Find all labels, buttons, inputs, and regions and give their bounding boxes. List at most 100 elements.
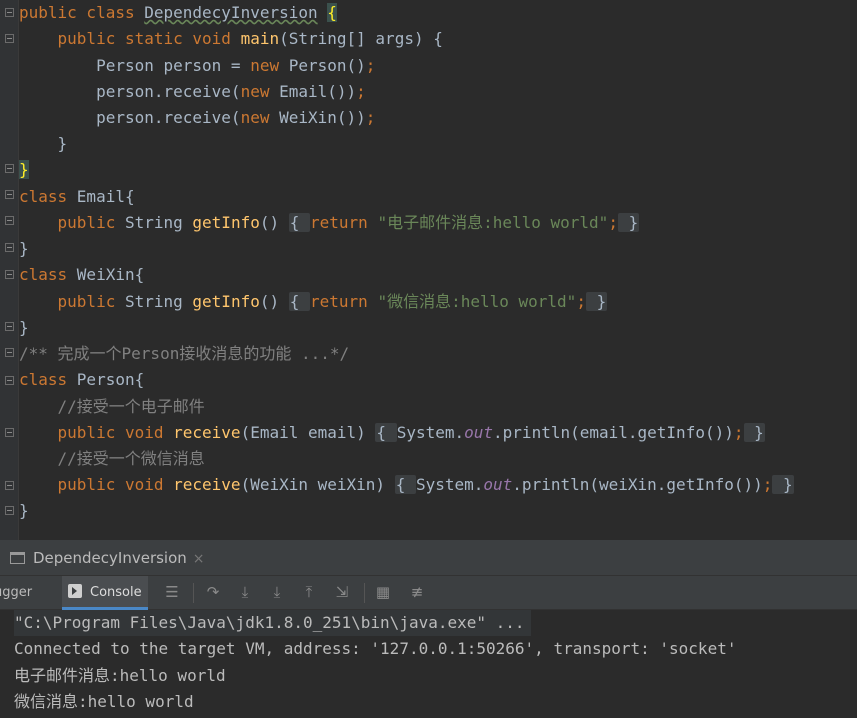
run-to-cursor-icon[interactable]: ⇲ (334, 584, 350, 600)
code-token: Email()) (279, 82, 357, 101)
code-token: WeiXin()) (279, 108, 366, 127)
code-token: public void (19, 423, 174, 442)
code-token: receive (173, 423, 241, 442)
console-line: Connected to the target VM, address: '12… (14, 639, 737, 658)
code-line: public class DependecyInversion { (19, 0, 337, 26)
fold-icon[interactable] (5, 34, 14, 43)
code-token: person.receive( (19, 82, 241, 101)
run-tab[interactable]: DependecyInversion × (10, 546, 205, 570)
fold-icon[interactable] (5, 428, 14, 437)
code-token: } (743, 423, 765, 442)
code-line: } (19, 315, 29, 341)
code-token: Email{ (76, 187, 135, 206)
run-tab-bar: DependecyInversion × (0, 540, 857, 576)
code-line: Person person = new Person(); (19, 53, 375, 79)
code-token: } (19, 239, 29, 258)
evaluate-icon[interactable]: ▦ (375, 584, 391, 600)
code-token: ; (733, 423, 744, 442)
code-line: class Person{ (19, 367, 144, 393)
code-token: String (124, 213, 193, 232)
code-token: DependecyInversion (144, 3, 318, 22)
code-line: } (19, 131, 68, 157)
code-token: ; (762, 475, 773, 494)
code-token: out (464, 423, 494, 442)
code-token: new (250, 56, 289, 75)
fold-icon[interactable] (5, 481, 14, 490)
code-token: Person() (288, 56, 366, 75)
fold-icon[interactable] (5, 322, 14, 331)
menu-icon[interactable]: ☰ (164, 584, 180, 600)
console-line: 微信消息:hello world (14, 692, 194, 711)
code-token: } (19, 134, 68, 153)
code-line: class Email{ (19, 184, 135, 210)
code-line: person.receive(new Email()); (19, 79, 366, 105)
code-token: { (394, 475, 416, 494)
debugger-tab[interactable]: ugger (0, 585, 32, 600)
code-token: () (259, 292, 289, 311)
fold-icon[interactable] (5, 8, 14, 17)
code-token: public class (19, 3, 145, 22)
code-line: } (19, 498, 29, 524)
code-token: "电子邮件消息:hello world" (377, 213, 609, 232)
run-config-icon (10, 552, 25, 564)
console-icon (68, 584, 82, 598)
close-icon[interactable]: × (193, 551, 205, 567)
code-token: (Email email) (240, 423, 376, 442)
code-editor[interactable]: public class DependecyInversion { public… (0, 0, 857, 540)
debug-toolbar: ugger Console ☰ ↷ ⤓ ⤓ ⤒ ⇲ ▦ ≢ (0, 576, 857, 610)
code-token: public (19, 213, 125, 232)
code-line: //接受一个微信消息 (19, 446, 205, 472)
code-token: String (124, 292, 193, 311)
code-token: } (19, 160, 29, 179)
code-token: { (288, 213, 311, 232)
code-token: class (19, 265, 77, 284)
fold-icon[interactable] (5, 348, 14, 357)
code-token: new (240, 82, 280, 101)
console-tab[interactable]: Console (62, 576, 148, 610)
code-token: Person{ (76, 370, 145, 389)
step-over-icon[interactable]: ↷ (205, 584, 221, 600)
code-token: person.receive( (19, 108, 241, 127)
code-token: { (375, 423, 397, 442)
code-token: //接受一个微信消息 (19, 449, 205, 468)
toolbar-separator (364, 583, 365, 603)
fold-icon[interactable] (5, 164, 14, 173)
code-token: ; (365, 108, 376, 127)
console-tab-label: Console (90, 585, 142, 600)
fold-icon[interactable] (5, 243, 14, 252)
fold-icon[interactable] (5, 216, 14, 225)
code-line: public void receive(WeiXin weiXin) { Sys… (19, 472, 794, 498)
step-into-icon[interactable]: ⤓ (237, 584, 253, 600)
run-tab-label: DependecyInversion (33, 549, 187, 567)
code-token: } (19, 318, 29, 337)
code-token: /** 完成一个Person接收消息的功能 ...*/ (19, 344, 350, 363)
fold-icon[interactable] (5, 190, 14, 199)
code-token: ; (356, 82, 366, 101)
code-token: { (327, 3, 337, 22)
code-token: public static void (19, 29, 241, 48)
code-token: out (483, 475, 513, 494)
code-token: { (288, 292, 311, 311)
code-token: getInfo (192, 292, 260, 311)
code-line: } (19, 157, 29, 183)
code-token: WeiXin{ (76, 265, 145, 284)
code-token: System. (415, 475, 484, 494)
fold-icon[interactable] (5, 376, 14, 385)
code-token: "微信消息:hello world" (377, 292, 577, 311)
code-line: public String getInfo() { return "微信消息:h… (19, 289, 608, 315)
trace-icon[interactable]: ≢ (409, 584, 425, 600)
code-token: new (240, 108, 280, 127)
fold-icon[interactable] (5, 270, 14, 279)
code-token: ; (576, 292, 586, 311)
code-line: person.receive(new WeiXin()); (19, 105, 375, 131)
code-token: (String[] args) { (279, 29, 443, 48)
code-token: public void (19, 475, 174, 494)
code-line: } (19, 236, 29, 262)
code-token: getInfo (192, 213, 260, 232)
code-line: public String getInfo() { return "电子邮件消息… (19, 210, 640, 236)
step-out-icon[interactable]: ⤒ (301, 584, 317, 600)
code-line: public static void main(String[] args) { (19, 26, 443, 52)
console-output[interactable]: "C:\Program Files\Java\jdk1.8.0_251\bin\… (0, 610, 857, 718)
fold-icon[interactable] (5, 506, 14, 515)
force-step-into-icon[interactable]: ⤓ (269, 584, 285, 600)
